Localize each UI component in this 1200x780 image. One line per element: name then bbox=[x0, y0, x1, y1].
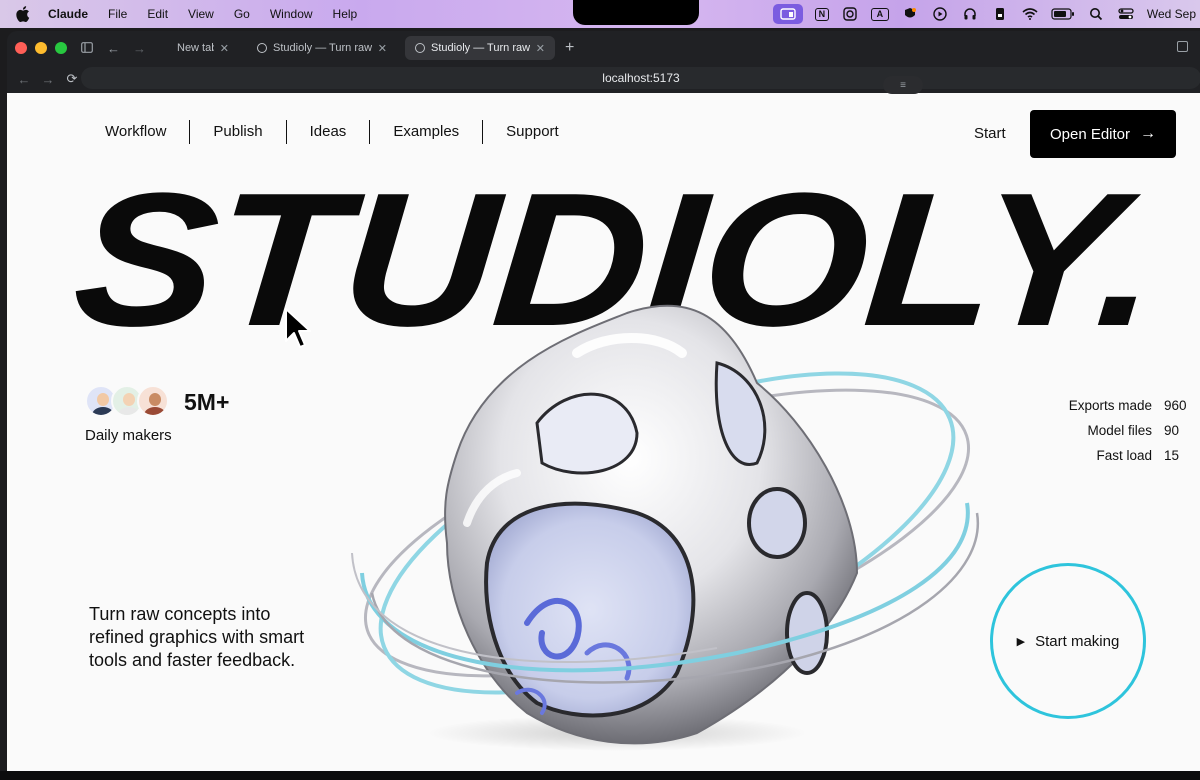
screen-share-icon[interactable] bbox=[772, 4, 803, 24]
minimize-window-button[interactable] bbox=[35, 42, 47, 54]
stat-value: 90 bbox=[1164, 423, 1180, 438]
nav-support[interactable]: Support bbox=[482, 120, 582, 144]
tab-close-icon[interactable]: ✕ bbox=[536, 42, 545, 55]
tab-close-icon[interactable]: ✕ bbox=[220, 42, 229, 55]
stat-label: Model files bbox=[1087, 423, 1152, 438]
tab-new-tab[interactable]: New tab ✕ bbox=[167, 36, 239, 60]
play-icon[interactable] bbox=[931, 6, 949, 22]
stat-value: 960 bbox=[1164, 398, 1187, 413]
address-bar[interactable]: localhost:5173 bbox=[81, 67, 1200, 89]
menu-go[interactable]: Go bbox=[234, 7, 250, 21]
menu-window[interactable]: Window bbox=[270, 7, 313, 21]
reload-icon[interactable]: ⟳ bbox=[65, 71, 79, 87]
screen-bottom-edge bbox=[0, 771, 1200, 780]
start-making-button[interactable]: ▶ Start making bbox=[990, 563, 1146, 719]
url-text: localhost:5173 bbox=[602, 71, 680, 85]
globe-icon bbox=[257, 43, 267, 53]
record-icon[interactable] bbox=[841, 6, 859, 22]
start-link[interactable]: Start bbox=[974, 125, 1006, 142]
chrome-blob-illustration bbox=[351, 304, 980, 751]
control-center-icon[interactable] bbox=[1117, 6, 1135, 22]
menu-view[interactable]: View bbox=[188, 7, 214, 21]
stat-label: Fast load bbox=[1096, 448, 1152, 463]
page-viewport: Workflow Publish Ideas Examples Support … bbox=[7, 93, 1200, 771]
device-icon[interactable] bbox=[991, 6, 1009, 22]
hero-tagline: Turn raw concepts into refined graphics … bbox=[89, 604, 305, 670]
fullscreen-window-button[interactable] bbox=[55, 42, 67, 54]
window-controls bbox=[15, 42, 67, 54]
stat-label: Exports made bbox=[1068, 398, 1152, 413]
makers-label: Daily makers bbox=[85, 427, 172, 444]
open-editor-button[interactable]: Open Editor → bbox=[1030, 110, 1176, 158]
main-nav: Workflow Publish Ideas Examples Support bbox=[105, 120, 582, 144]
maker-avatars bbox=[85, 385, 169, 417]
forward-button-icon[interactable]: → bbox=[41, 72, 55, 87]
tab-label: Studioly — Turn raw co bbox=[273, 42, 372, 54]
nav-publish[interactable]: Publish bbox=[189, 120, 285, 144]
new-tab-plus-icon[interactable]: + bbox=[565, 39, 574, 57]
headphones-icon[interactable] bbox=[961, 6, 979, 22]
stats-list: Exports made 960 Model files 90 Fast loa… bbox=[1017, 393, 1192, 468]
tab-studioly-1[interactable]: Studioly — Turn raw co ✕ bbox=[247, 36, 397, 60]
mouse-cursor-icon bbox=[285, 308, 311, 348]
arrow-right-icon: → bbox=[1140, 125, 1157, 142]
close-window-button[interactable] bbox=[15, 42, 27, 54]
stat-value: 15 bbox=[1164, 448, 1180, 463]
play-icon: ▶ bbox=[1016, 635, 1026, 648]
makers-count: 5M+ bbox=[184, 389, 230, 415]
tab-label: New tab bbox=[177, 42, 214, 54]
start-making-label: Start making bbox=[1035, 632, 1120, 650]
tab-label: Studioly — Turn raw co bbox=[431, 42, 530, 54]
sidebar-toggle-icon[interactable] bbox=[81, 41, 93, 56]
window-handle[interactable]: ≡ bbox=[883, 76, 923, 94]
vpn-icon[interactable] bbox=[901, 6, 919, 22]
wifi-icon[interactable] bbox=[1021, 6, 1039, 22]
camera-notch bbox=[573, 0, 699, 25]
avatar bbox=[137, 385, 169, 417]
menu-file[interactable]: File bbox=[108, 7, 127, 21]
menubar-clock[interactable]: Wed Sep bbox=[1147, 7, 1196, 21]
open-editor-label: Open Editor bbox=[1049, 125, 1131, 143]
notion-icon[interactable]: N bbox=[814, 7, 829, 21]
macos-menubar: Claude File Edit View Go Window Help N A bbox=[0, 0, 1200, 28]
browser-window: ← → New tab ✕ Studioly — Turn raw co ✕ S… bbox=[7, 31, 1200, 771]
stat-row: Fast load 15 bbox=[1017, 443, 1192, 468]
tab-close-icon[interactable]: ✕ bbox=[378, 42, 387, 55]
browser-toolbar: ← → ⟳ localhost:5173 bbox=[7, 65, 1200, 93]
nav-workflow[interactable]: Workflow bbox=[105, 120, 189, 144]
menu-edit[interactable]: Edit bbox=[147, 7, 168, 21]
search-icon[interactable] bbox=[1087, 6, 1105, 22]
back-button-icon[interactable]: ← bbox=[17, 72, 31, 87]
battery-icon[interactable] bbox=[1051, 6, 1075, 22]
forward-arrow-icon[interactable]: → bbox=[133, 41, 146, 56]
stat-row: Model files 90 bbox=[1017, 418, 1192, 443]
nav-ideas[interactable]: Ideas bbox=[285, 120, 370, 144]
apple-icon[interactable] bbox=[16, 6, 30, 22]
keyboard-a-icon[interactable]: A bbox=[870, 7, 889, 21]
tab-studioly-2[interactable]: Studioly — Turn raw co ✕ bbox=[405, 36, 555, 60]
tab-search-icon[interactable] bbox=[1177, 41, 1188, 52]
nav-examples[interactable]: Examples bbox=[369, 120, 482, 144]
menu-app-name[interactable]: Claude bbox=[48, 7, 88, 21]
stat-row: Exports made 960 bbox=[1017, 393, 1192, 418]
tab-bar: ← → New tab ✕ Studioly — Turn raw co ✕ S… bbox=[7, 31, 1200, 65]
menu-help[interactable]: Help bbox=[333, 7, 358, 21]
back-arrow-icon[interactable]: ← bbox=[107, 41, 120, 56]
globe-icon bbox=[415, 43, 425, 53]
